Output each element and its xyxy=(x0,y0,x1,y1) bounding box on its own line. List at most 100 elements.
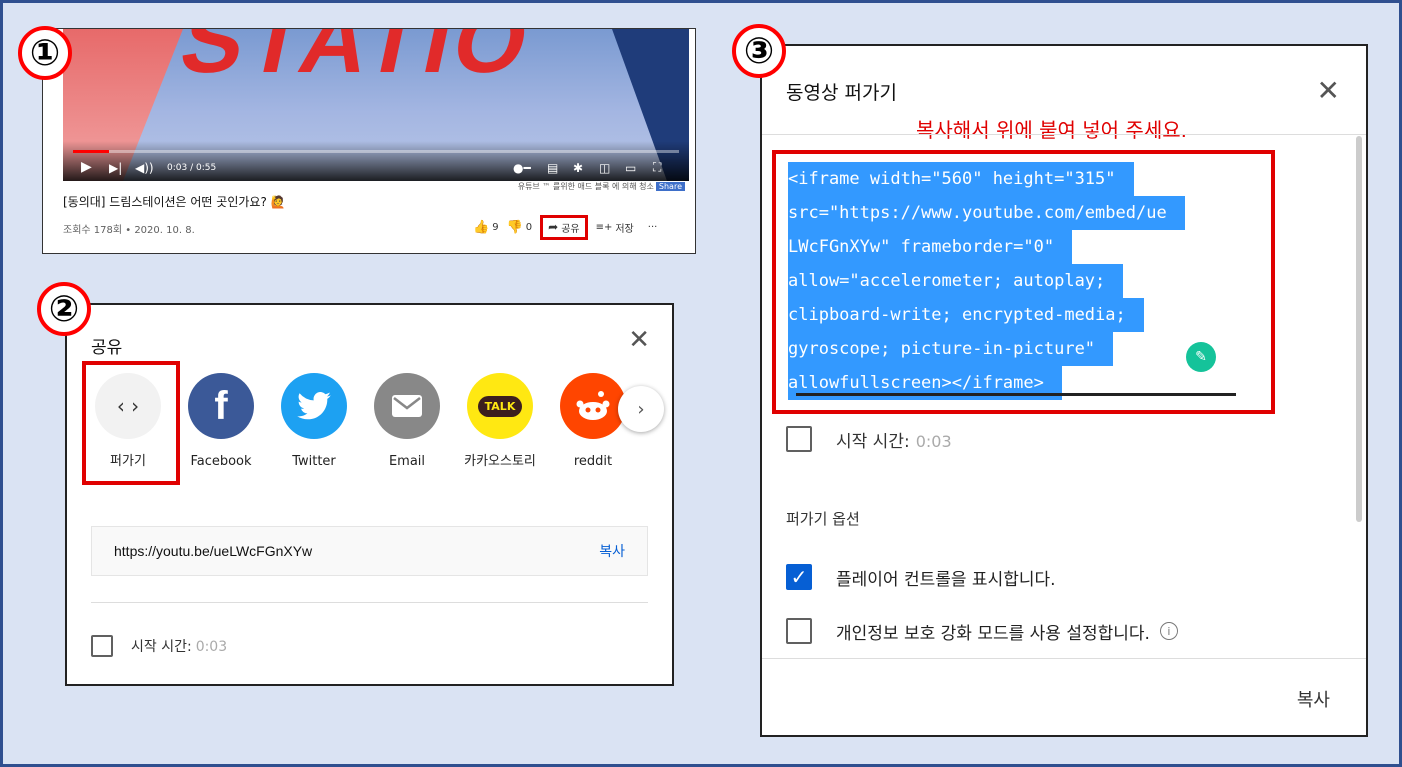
embed-code-box[interactable]: <iframe width="560" height="315" src="ht… xyxy=(772,150,1275,414)
share-url-box[interactable]: https://youtu.be/ueLWcFGnXYw 복사 xyxy=(91,526,648,576)
start-time-label: 시작 시간: 0:03 xyxy=(836,427,952,452)
start-time-checkbox[interactable] xyxy=(91,635,113,657)
start-time-value[interactable]: 0:03 xyxy=(196,639,227,655)
code-line-text: src="https://www.youtube.com/embed/ue xyxy=(788,196,1185,230)
code-line-text: gyroscope; picture-in-picture" xyxy=(788,332,1114,366)
save-label: 저장 xyxy=(615,223,634,235)
textarea-underline xyxy=(796,393,1236,396)
info-icon[interactable]: i xyxy=(1159,622,1178,640)
chevron-right-icon[interactable]: › xyxy=(618,386,664,432)
watermark-share-tag[interactable]: Share xyxy=(655,182,685,191)
start-time-row: 시작 시간: 0:03 xyxy=(786,426,952,452)
step-number-2: ② xyxy=(37,282,91,336)
watermark-text: 유튜브 ™ 를위한 애드 블록 에 의해 청소 xyxy=(517,182,654,191)
divider xyxy=(762,134,1366,135)
privacy-mode-label: 개인정보 보호 강화 모드를 사용 설정합니다. xyxy=(836,623,1150,644)
facebook-icon: f xyxy=(188,373,254,439)
share-button[interactable]: ➦ 공유 xyxy=(540,214,588,240)
privacy-mode-checkbox[interactable] xyxy=(786,618,812,644)
progress-bar[interactable] xyxy=(73,150,679,153)
start-time-checkbox[interactable] xyxy=(786,426,812,452)
email-icon xyxy=(374,373,440,439)
thumbs-down-icon: 👎 xyxy=(506,219,523,235)
reddit-icon xyxy=(560,373,626,439)
kakao-icon: TALK xyxy=(467,373,533,439)
share-dialog: 공유 ✕ ‹ › 퍼가기 f Facebook Twitter Email TA… xyxy=(65,303,674,686)
close-icon[interactable]: ✕ xyxy=(628,325,650,355)
start-time-label-text: 시작 시간: xyxy=(131,639,192,655)
share-label: 공유 xyxy=(561,223,580,235)
share-option-kakaostory[interactable]: TALK 카카오스토리 xyxy=(464,373,536,471)
video-title: [동의대] 드림스테이션은 어떤 곳인가요? 🙋 xyxy=(63,195,286,209)
code-line-text: clipboard-write; encrypted-media; xyxy=(788,298,1144,332)
share-option-label: Twitter xyxy=(292,454,336,469)
dislike-count: 0 xyxy=(525,221,533,233)
code-line-text: <iframe width="560" height="315" xyxy=(788,162,1134,196)
copy-button[interactable]: 복사 xyxy=(1297,686,1330,712)
code-line-text: LWcFGnXYw" frameborder="0" xyxy=(788,230,1073,264)
playlist-add-icon: ≡+ xyxy=(595,221,613,233)
theater-icon[interactable]: ▭ xyxy=(625,161,636,175)
grammarly-icon[interactable]: ✎ xyxy=(1186,342,1216,372)
settings-icon[interactable]: ✱ xyxy=(573,161,583,175)
share-dialog-title: 공유 xyxy=(91,338,123,358)
code-line: clipboard-write; encrypted-media; xyxy=(788,298,1259,332)
time-display: 0:03 / 0:55 xyxy=(167,163,217,173)
instruction-note: 복사해서 위에 붙여 넣어 주세요. xyxy=(916,118,1187,142)
scrollbar[interactable] xyxy=(1356,136,1362,522)
fullscreen-icon[interactable]: ⛶ xyxy=(653,160,661,175)
close-icon[interactable]: ✕ xyxy=(1317,74,1340,107)
next-icon[interactable]: ▶| xyxy=(109,161,122,175)
share-option-label: Facebook xyxy=(190,454,252,469)
video-meta: 조회수 178회 • 2020. 10. 8. xyxy=(63,225,195,236)
option-privacy-mode: 개인정보 보호 강화 모드를 사용 설정합니다. i xyxy=(786,618,1178,644)
embed-icon: ‹ › xyxy=(95,373,161,439)
thumbs-up-icon: 👍 xyxy=(473,219,490,235)
video-overlay-text: STATIO xyxy=(172,29,542,92)
video-player[interactable]: STATIO ▶ ▶| ◀)) 0:03 / 0:55 ●━ ▤ ✱ ◫ ▭ ⛶ xyxy=(63,29,689,181)
share-option-label: 퍼가기 xyxy=(110,454,146,469)
video-panel: STATIO ▶ ▶| ◀)) 0:03 / 0:55 ●━ ▤ ✱ ◫ ▭ ⛶… xyxy=(42,28,696,254)
embed-dialog: 동영상 퍼가기 ✕ 복사해서 위에 붙여 넣어 주세요. <iframe wid… xyxy=(760,44,1368,737)
subtitles-icon[interactable]: ▤ xyxy=(547,161,558,175)
divider xyxy=(762,658,1366,659)
share-option-email[interactable]: Email xyxy=(374,373,440,471)
more-button[interactable]: ··· xyxy=(648,222,658,233)
play-icon[interactable]: ▶ xyxy=(81,159,92,175)
start-time-row: 시작 시간: 0:03 xyxy=(91,635,227,657)
embed-dialog-title: 동영상 퍼가기 xyxy=(786,82,897,104)
share-arrow-icon: ➦ xyxy=(548,220,559,234)
player-controls-label: 플레이어 컨트롤을 표시합니다. xyxy=(836,569,1056,590)
copy-button[interactable]: 복사 xyxy=(599,541,625,561)
share-option-label: Email xyxy=(388,454,426,469)
share-option-embed[interactable]: ‹ › 퍼가기 xyxy=(95,373,161,471)
code-line: src="https://www.youtube.com/embed/ue xyxy=(788,196,1259,230)
embed-options-title: 퍼가기 옵션 xyxy=(786,510,860,528)
code-line: allow="accelerometer; autoplay; xyxy=(788,264,1259,298)
share-url[interactable]: https://youtu.be/ueLWcFGnXYw xyxy=(114,543,312,559)
volume-icon[interactable]: ◀)) xyxy=(135,161,154,175)
code-line: <iframe width="560" height="315" xyxy=(788,162,1259,196)
watermark: 유튜브 ™ 를위한 애드 블록 에 의해 청소 Share xyxy=(518,181,685,192)
start-time-value[interactable]: 0:03 xyxy=(916,432,952,451)
step-number-3: ③ xyxy=(732,24,786,78)
video-actions: 👍 9 👎 0 ➦ 공유 ≡+ 저장 ··· xyxy=(473,214,658,240)
step-number-1: ① xyxy=(18,26,72,80)
share-option-label: reddit xyxy=(573,454,613,469)
share-options-row: ‹ › 퍼가기 f Facebook Twitter Email TALK 카카… xyxy=(95,373,626,471)
share-option-twitter[interactable]: Twitter xyxy=(281,373,347,471)
player-controls-checkbox[interactable]: ✓ xyxy=(786,564,812,590)
controls-bar xyxy=(63,141,689,181)
dislike-button[interactable]: 👎 0 xyxy=(507,220,533,235)
option-player-controls: ✓ 플레이어 컨트롤을 표시합니다. xyxy=(786,564,1056,590)
save-button[interactable]: ≡+ 저장 xyxy=(596,220,634,235)
progress-fill xyxy=(73,150,110,153)
like-button[interactable]: 👍 9 xyxy=(473,220,499,235)
twitter-icon xyxy=(281,373,347,439)
share-option-label: 카카오스토리 xyxy=(464,454,536,469)
miniplayer-icon[interactable]: ◫ xyxy=(599,161,610,175)
start-time-label-text: 시작 시간: xyxy=(836,431,910,452)
share-option-facebook[interactable]: f Facebook xyxy=(188,373,254,471)
autoplay-toggle-icon[interactable]: ●━ xyxy=(513,161,531,175)
share-option-reddit[interactable]: reddit xyxy=(560,373,626,471)
